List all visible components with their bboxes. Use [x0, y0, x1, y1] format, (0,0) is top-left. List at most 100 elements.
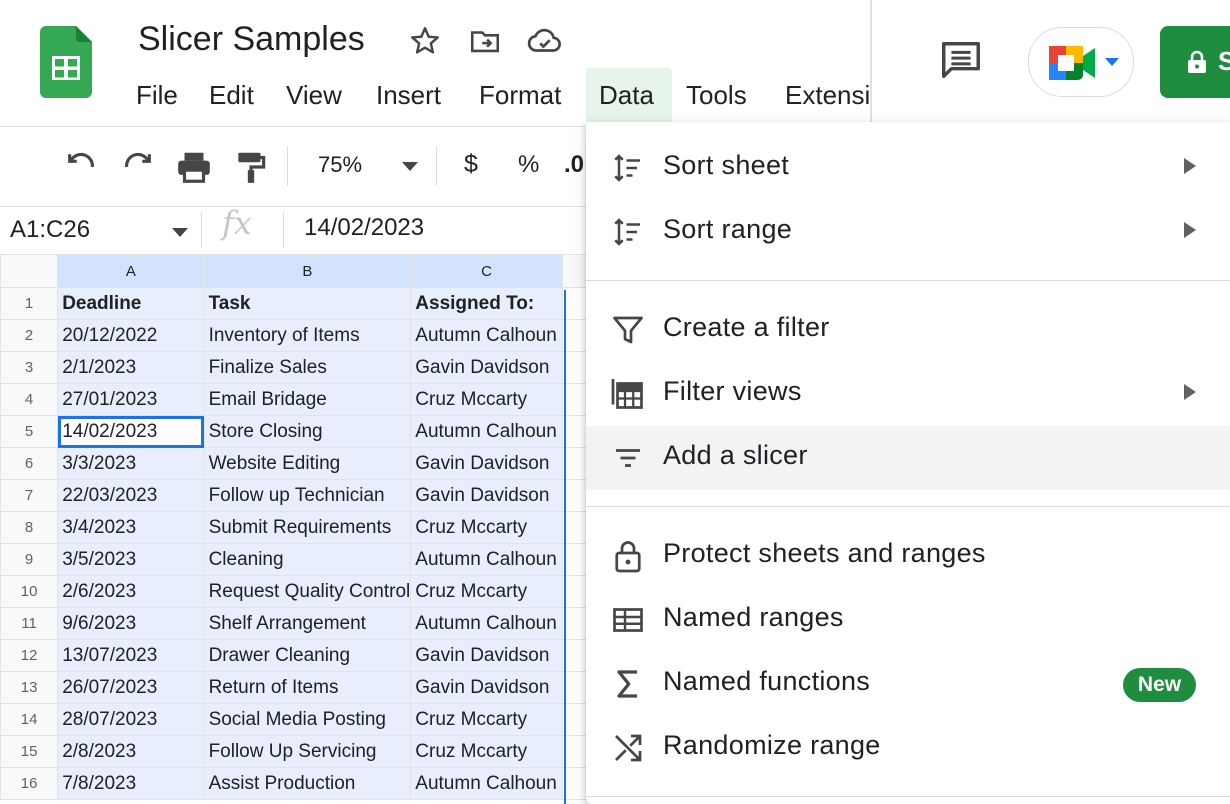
menu-item-sort-range[interactable]: Sort range [586, 200, 1230, 264]
menu-item-create-filter[interactable]: Create a filter [586, 298, 1230, 362]
table-cell[interactable]: Submit Requirements [203, 511, 412, 544]
table-cell[interactable]: 3/5/2023 [57, 543, 205, 576]
table-cell[interactable]: Follow Up Servicing [203, 735, 412, 768]
table-cell[interactable]: Gavin Davidson [410, 447, 563, 480]
currency-format-button[interactable]: $ [464, 150, 478, 179]
table-cell[interactable]: Task [203, 287, 412, 320]
paint-format-icon[interactable] [232, 148, 270, 191]
row-header[interactable]: 9 [0, 543, 59, 576]
table-cell[interactable]: Website Editing [203, 447, 412, 480]
share-button[interactable]: S [1160, 26, 1230, 98]
undo-icon[interactable] [62, 150, 100, 189]
decrease-decimal-button[interactable]: .0 [564, 151, 586, 179]
table-cell[interactable]: Social Media Posting [203, 703, 412, 736]
table-cell[interactable]: Inventory of Items [203, 319, 412, 352]
table-cell[interactable]: Gavin Davidson [410, 639, 563, 672]
name-box[interactable]: A1:C26 [0, 208, 196, 252]
row-header[interactable]: 2 [0, 319, 59, 352]
column-header-b[interactable]: B [203, 254, 412, 288]
menu-item-filter-views[interactable]: Filter views [586, 362, 1230, 426]
row-header[interactable]: 13 [0, 671, 59, 704]
row-header[interactable]: 15 [0, 735, 59, 768]
print-icon[interactable] [175, 148, 213, 191]
menu-item-randomize-range[interactable]: Randomize range [586, 716, 1230, 780]
menu-view[interactable]: View [286, 78, 342, 118]
table-cell[interactable]: Autumn Calhoun [410, 543, 563, 576]
table-cell[interactable]: Follow up Technician [203, 479, 412, 512]
row-header[interactable]: 10 [0, 575, 59, 608]
table-cell[interactable]: Gavin Davidson [410, 671, 563, 704]
table-cell[interactable]: Cruz Mccarty [410, 735, 563, 768]
table-cell[interactable]: Autumn Calhoun [410, 319, 563, 352]
menu-file[interactable]: File [136, 78, 178, 118]
move-folder-icon[interactable] [468, 24, 502, 63]
star-icon[interactable] [408, 24, 442, 63]
table-cell[interactable]: 7/8/2023 [57, 767, 205, 800]
select-all-corner[interactable] [0, 254, 59, 288]
table-cell[interactable]: 26/07/2023 [57, 671, 205, 704]
table-cell[interactable]: Cleaning [203, 543, 412, 576]
table-cell[interactable]: 2/8/2023 [57, 735, 205, 768]
formula-input[interactable]: 14/02/2023 [304, 214, 424, 242]
row-header[interactable]: 6 [0, 447, 59, 480]
document-title[interactable]: Slicer Samples [138, 20, 365, 59]
sheets-logo-icon[interactable] [40, 26, 92, 98]
table-cell[interactable]: Gavin Davidson [410, 479, 563, 512]
row-header[interactable]: 11 [0, 607, 59, 640]
comments-icon[interactable] [938, 38, 984, 89]
table-cell[interactable]: 27/01/2023 [57, 383, 205, 416]
row-header[interactable]: 12 [0, 639, 59, 672]
row-header[interactable]: 1 [0, 287, 59, 320]
table-cell[interactable]: 2/6/2023 [57, 575, 205, 608]
active-cell[interactable]: 14/02/2023 [57, 415, 205, 448]
redo-icon[interactable] [119, 150, 157, 189]
table-cell[interactable]: Deadline [57, 287, 205, 320]
table-cell[interactable]: Return of Items [203, 671, 412, 704]
table-cell[interactable]: Cruz Mccarty [410, 575, 563, 608]
table-cell[interactable]: Email Bridage [203, 383, 412, 416]
spreadsheet-grid[interactable]: A B C 1 Deadline Task Assigned To: 2 20/12/20… [0, 254, 590, 804]
table-cell[interactable]: 2/1/2023 [57, 351, 205, 384]
table-cell[interactable]: 28/07/2023 [57, 703, 205, 736]
menu-insert[interactable]: Insert [376, 78, 441, 118]
menu-format[interactable]: Format [479, 78, 561, 118]
table-cell[interactable]: Gavin Davidson [410, 351, 563, 384]
row-header[interactable]: 3 [0, 351, 59, 384]
menu-item-protect-sheets[interactable]: Protect sheets and ranges [586, 524, 1230, 588]
menu-item-named-ranges[interactable]: Named ranges [586, 588, 1230, 652]
percent-format-button[interactable]: % [518, 151, 539, 179]
meet-button[interactable] [1028, 27, 1134, 97]
row-header[interactable]: 14 [0, 703, 59, 736]
menu-tools[interactable]: Tools [686, 78, 747, 118]
column-header-c[interactable]: C [410, 254, 563, 288]
table-cell[interactable]: 13/07/2023 [57, 639, 205, 672]
table-cell[interactable]: Drawer Cleaning [203, 639, 412, 672]
table-cell[interactable]: Finalize Sales [203, 351, 412, 384]
table-cell[interactable]: Cruz Mccarty [410, 383, 563, 416]
row-header[interactable]: 8 [0, 511, 59, 544]
row-header[interactable]: 5 [0, 415, 59, 448]
menu-item-add-slicer[interactable]: Add a slicer [586, 426, 1230, 490]
row-header[interactable]: 7 [0, 479, 59, 512]
table-cell[interactable]: Store Closing [203, 415, 412, 448]
sheet-table[interactable]: A B C 1 Deadline Task Assigned To: 2 20/12/20… [0, 254, 590, 800]
table-cell[interactable]: Autumn Calhoun [410, 415, 563, 448]
table-cell[interactable]: Assist Production [203, 767, 412, 800]
menu-extensions[interactable]: Extensi [785, 78, 873, 118]
row-header[interactable]: 4 [0, 383, 59, 416]
cloud-saved-icon[interactable] [526, 22, 564, 65]
menu-edit[interactable]: Edit [209, 78, 254, 118]
table-cell[interactable]: 3/3/2023 [57, 447, 205, 480]
menu-item-named-functions[interactable]: Named functions New [586, 652, 1230, 716]
zoom-select[interactable]: 75% [300, 148, 424, 186]
table-cell[interactable]: Cruz Mccarty [410, 511, 563, 544]
table-cell[interactable]: 9/6/2023 [57, 607, 205, 640]
table-cell[interactable]: Autumn Calhoun [410, 607, 563, 640]
table-cell[interactable]: 20/12/2022 [57, 319, 205, 352]
menu-item-sort-sheet[interactable]: Sort sheet [586, 136, 1230, 200]
row-header[interactable]: 16 [0, 767, 59, 800]
table-cell[interactable]: Cruz Mccarty [410, 703, 563, 736]
table-cell[interactable]: Shelf Arrangement [203, 607, 412, 640]
table-cell[interactable]: Autumn Calhoun [410, 767, 563, 800]
column-header-a[interactable]: A [57, 254, 205, 288]
